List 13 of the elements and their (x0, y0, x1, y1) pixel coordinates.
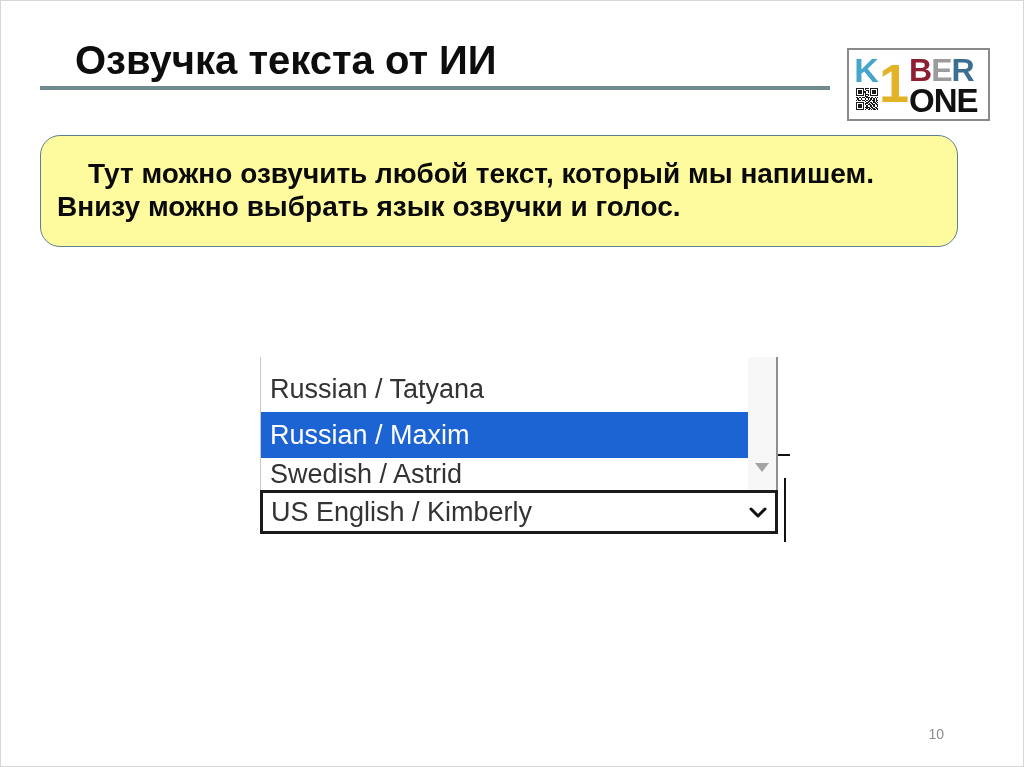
logo-text: BER (909, 54, 975, 86)
scrollbar[interactable] (748, 357, 776, 490)
logo-letter: K (854, 54, 879, 86)
logo-text: ONE (909, 86, 978, 116)
logo-numeral: 1 (879, 52, 910, 114)
voice-option[interactable]: Russian / Maxim (261, 412, 748, 458)
qr-code-icon (855, 88, 878, 110)
voice-select[interactable]: US English / Kimberly (260, 490, 778, 534)
note-text: Тут можно озвучить любой текст, который мы напишем. Внизу можно выбрать язык озвучки и голос. (57, 157, 876, 223)
chevron-down-icon (749, 506, 767, 518)
slide-title: Озвучка текста от ИИ (75, 38, 497, 82)
down-triangle-icon (755, 463, 769, 472)
page-number: 10 (928, 726, 944, 742)
